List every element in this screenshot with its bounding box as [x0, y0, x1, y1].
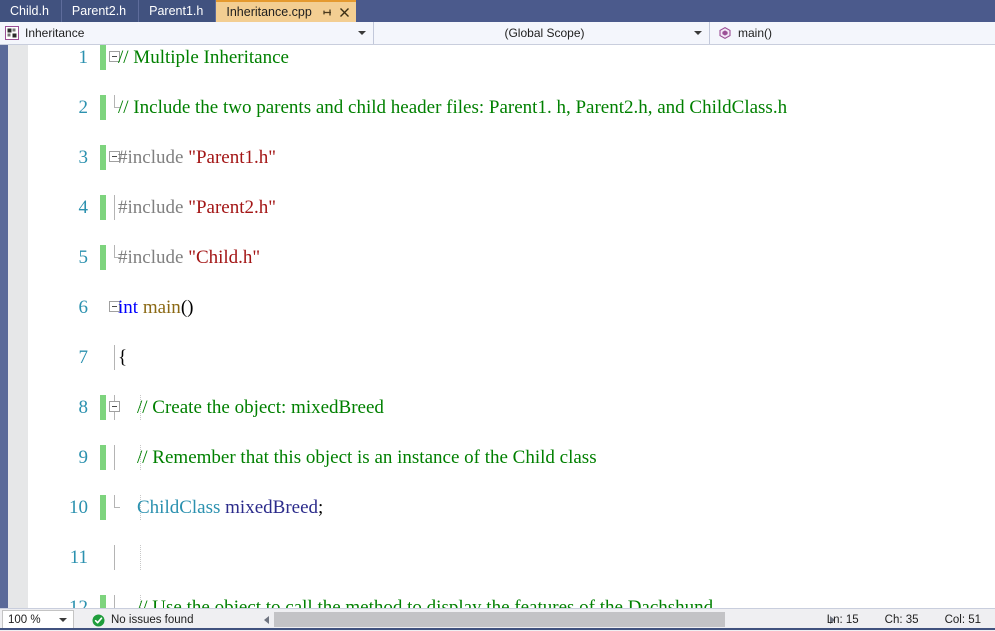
- change-bar: [100, 445, 106, 470]
- tab-label: Child.h: [10, 4, 49, 18]
- code-text: #include "Parent2.h": [118, 197, 276, 218]
- change-bar: [100, 395, 106, 420]
- code-text: {: [118, 347, 128, 368]
- line-number: 2: [78, 97, 89, 118]
- code-text: // Include the two parents and child hea…: [118, 97, 788, 118]
- code-line[interactable]: 8 // Create the object: mixedBreed: [0, 395, 995, 420]
- indent-guide: [140, 545, 142, 570]
- visual-studio-editor-window: Child.h Parent2.h Parent1.h Inheritance.…: [0, 0, 995, 631]
- code-text: ChildClass mixedBreed;: [137, 497, 324, 518]
- line-number: 4: [78, 197, 89, 218]
- scope-label: (Global Scope): [504, 26, 585, 40]
- tab-inheritance-cpp[interactable]: Inheritance.cpp: [216, 0, 356, 22]
- code-text-area[interactable]: 1 // Multiple Inheritance 2 // Include t…: [0, 45, 995, 608]
- code-line[interactable]: 5 #include "Child.h": [0, 245, 995, 270]
- chevron-down-icon[interactable]: [694, 31, 702, 35]
- tab-actions: [320, 4, 352, 20]
- tab-parent2-h[interactable]: Parent2.h: [61, 0, 140, 22]
- project-scope-dropdown[interactable]: Inheritance: [0, 22, 374, 44]
- line-number: 1: [78, 47, 89, 68]
- code-text: int main(): [118, 297, 194, 318]
- navigation-bar: Inheritance (Global Scope) main(): [0, 22, 995, 45]
- line-number: 10: [69, 497, 88, 518]
- change-bar: [100, 495, 106, 520]
- line-number: 6: [78, 297, 89, 318]
- tab-label: Parent2.h: [71, 4, 127, 18]
- change-bar: [100, 145, 106, 170]
- member-dropdown[interactable]: main(): [710, 22, 995, 44]
- line-number: 11: [69, 547, 88, 568]
- tab-label: Parent1.h: [149, 4, 204, 18]
- change-bar: [100, 245, 106, 270]
- code-line[interactable]: 1 // Multiple Inheritance: [0, 45, 995, 70]
- change-bar: [100, 95, 106, 120]
- pin-icon[interactable]: [320, 4, 335, 20]
- code-line[interactable]: 12 // Use the object to call the method …: [0, 595, 995, 608]
- project-scope-label: Inheritance: [25, 26, 85, 40]
- zoom-level-value: 100 %: [8, 614, 41, 626]
- close-icon[interactable]: [337, 4, 352, 20]
- code-text: #include "Parent1.h": [118, 147, 276, 168]
- tab-label: Inheritance.cpp: [226, 5, 312, 19]
- change-bar: [100, 595, 106, 608]
- line-indicator: Ln: 15: [826, 614, 859, 626]
- code-line[interactable]: 11: [0, 545, 995, 570]
- line-number: 5: [78, 247, 89, 268]
- issues-label: No issues found: [111, 614, 194, 626]
- code-text: // Remember that this object is an insta…: [137, 447, 597, 468]
- member-label: main(): [738, 26, 773, 40]
- caret-position-group: Ln: 15 Ch: 35 Col: 51: [827, 614, 981, 626]
- code-line[interactable]: 2 // Include the two parents and child h…: [0, 95, 995, 120]
- line-number: 8: [78, 397, 89, 418]
- change-bar: [100, 45, 106, 70]
- line-number: 9: [78, 447, 89, 468]
- namespace-icon: [5, 26, 19, 40]
- code-line[interactable]: 3 #include "Parent1.h": [0, 145, 995, 170]
- char-indicator: Ch: 35: [884, 614, 919, 626]
- code-line[interactable]: 6 int main(): [0, 295, 995, 320]
- code-line[interactable]: 9 // Remember that this object is an ins…: [0, 445, 995, 470]
- code-text: // Create the object: mixedBreed: [137, 397, 384, 418]
- zoom-level-dropdown[interactable]: 100 %: [2, 610, 74, 630]
- line-number: 12: [69, 597, 88, 608]
- code-line[interactable]: 4 #include "Parent2.h": [0, 195, 995, 220]
- code-line[interactable]: 7 {: [0, 345, 995, 370]
- code-text: #include "Child.h": [118, 247, 261, 268]
- code-text: // Use the object to call the method to …: [137, 597, 714, 608]
- tab-child-h[interactable]: Child.h: [0, 0, 62, 22]
- chevron-down-icon[interactable]: [59, 618, 67, 622]
- change-bar: [100, 195, 106, 220]
- column-indicator: Col: 51: [944, 614, 981, 626]
- tab-parent1-h[interactable]: Parent1.h: [139, 0, 217, 22]
- scrollbar-track[interactable]: [274, 612, 824, 627]
- scroll-left-icon[interactable]: [258, 611, 274, 628]
- code-text: // Multiple Inheritance: [118, 47, 289, 68]
- code-line[interactable]: 10 ChildClass mixedBreed;: [0, 495, 995, 520]
- line-number: 7: [78, 347, 89, 368]
- line-number: 3: [78, 147, 89, 168]
- scope-dropdown[interactable]: (Global Scope): [374, 22, 710, 44]
- check-circle-icon: [92, 614, 105, 627]
- method-icon: [718, 26, 732, 40]
- editor-tab-bar: Child.h Parent2.h Parent1.h Inheritance.…: [0, 0, 995, 22]
- scrollbar-thumb[interactable]: [274, 612, 725, 627]
- outlining-margin[interactable]: [108, 545, 122, 570]
- code-editor[interactable]: 1 // Multiple Inheritance 2 // Include t…: [0, 45, 995, 608]
- horizontal-scrollbar[interactable]: [258, 611, 840, 628]
- issues-status[interactable]: No issues found: [92, 614, 193, 627]
- chevron-down-icon[interactable]: [358, 31, 366, 35]
